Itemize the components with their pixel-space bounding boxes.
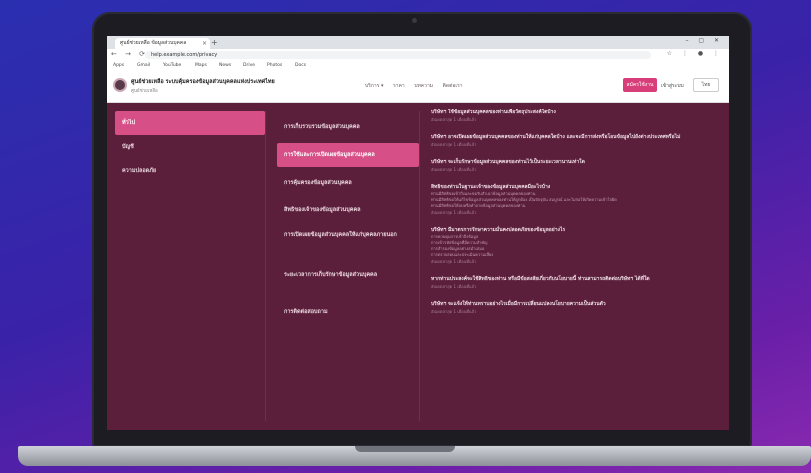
help-center-content: ทั่วไป บัญชี ความปลอดภัย การเก็บรวบรวมข้…: [107, 103, 729, 430]
category-list: ทั่วไป บัญชี ความปลอดภัย: [115, 111, 266, 421]
bookmark-item[interactable]: Apps: [113, 62, 124, 69]
signup-button[interactable]: สมัครใช้งาน: [623, 78, 657, 92]
top-nav: บริการ ▾ ราคา บทความ ติดต่อเรา: [365, 82, 471, 90]
faq-updated: อัปเดตล่าสุด 1 เดือนที่แล้ว: [431, 210, 477, 215]
site-subtitle: ศูนย์ช่วยเหลือ: [131, 89, 158, 94]
subcategory-item[interactable]: การติดต่อสอบถาม: [277, 301, 419, 323]
subcategory-list: การเก็บรวบรวมข้อมูลส่วนบุคคล การใช้และกา…: [277, 111, 420, 421]
extension-icons[interactable]: ☆ ⋮ ● ⋮: [667, 50, 723, 57]
faq-item[interactable]: บริษัทฯ อาจเปิดเผยข้อมูลส่วนบุคคลของท่าน…: [431, 134, 721, 148]
faq-updated: อัปเดตล่าสุด 1 เดือนที่แล้ว: [431, 259, 477, 264]
subcategory-item[interactable]: สิทธิของเจ้าของข้อมูลส่วนบุคคล: [277, 199, 419, 221]
subcategory-item[interactable]: การเก็บรวบรวมข้อมูลส่วนบุคคล: [277, 116, 419, 138]
faq-question[interactable]: บริษัทฯ ใช้ข้อมูลส่วนบุคคลของท่านเพื่อวั…: [431, 109, 721, 116]
faq-updated: อัปเดตล่าสุด 1 เดือนที่แล้ว: [431, 167, 477, 172]
bookmark-item[interactable]: Gmail: [137, 62, 150, 69]
category-item-general[interactable]: ทั่วไป: [115, 111, 265, 135]
nav-item-articles[interactable]: บทความ: [414, 83, 433, 89]
category-item-security[interactable]: ความปลอดภัย: [115, 159, 265, 183]
faq-item[interactable]: บริษัทฯ มีมาตรการรักษาความมั่นคงปลอดภัยข…: [431, 227, 721, 265]
language-select[interactable]: ไทย: [693, 78, 719, 92]
bookmark-item[interactable]: Docs: [295, 62, 306, 69]
nav-item-contact[interactable]: ติดต่อเรา: [443, 83, 463, 89]
new-tab-icon[interactable]: +: [211, 38, 218, 48]
browser-tab[interactable]: ศูนย์ช่วยเหลือ ข้อมูลส่วนบุคคล ×: [115, 38, 210, 49]
faq-updated: อัปเดตล่าสุด 1 เดือนที่แล้ว: [431, 142, 477, 147]
faq-question[interactable]: บริษัทฯ จะเก็บรักษาข้อมูลส่วนบุคคลของท่า…: [431, 159, 721, 166]
bookmark-item[interactable]: Photos: [267, 62, 282, 69]
bookmark-item[interactable]: Maps: [195, 62, 207, 69]
site-title: ศูนย์ช่วยเหลือ ระบบคุ้มครองข้อมูลส่วนบุค…: [131, 79, 275, 85]
tab-title: ศูนย์ช่วยเหลือ ข้อมูลส่วนบุคคล: [120, 40, 187, 46]
faq-question[interactable]: หากท่านประสงค์จะใช้สิทธิของท่าน หรือมีข้…: [431, 276, 721, 283]
window-controls[interactable]: – ▢ ✕: [685, 37, 723, 44]
laptop-hinge-notch: [355, 446, 455, 452]
site-logo[interactable]: [113, 78, 127, 92]
faq-updated: อัปเดตล่าสุด 1 เดือนที่แล้ว: [431, 117, 477, 122]
faq-updated: อัปเดตล่าสุด 1 เดือนที่แล้ว: [431, 309, 477, 314]
faq-list: บริษัทฯ ใช้ข้อมูลส่วนบุคคลของท่านเพื่อวั…: [431, 109, 721, 421]
nav-item-services[interactable]: บริการ ▾: [365, 83, 383, 89]
faq-updated: อัปเดตล่าสุด 1 เดือนที่แล้ว: [431, 284, 477, 289]
faq-item[interactable]: บริษัทฯ จะเก็บรักษาข้อมูลส่วนบุคคลของท่า…: [431, 159, 721, 173]
category-item-account[interactable]: บัญชี: [115, 135, 265, 159]
url-input[interactable]: help.example.com/privacy: [145, 51, 651, 59]
faq-question[interactable]: บริษัทฯ อาจเปิดเผยข้อมูลส่วนบุคคลของท่าน…: [431, 134, 721, 141]
subcategory-item[interactable]: การคุ้มครองข้อมูลส่วนบุคคล: [277, 172, 419, 194]
browser-nav-icons[interactable]: ← → ⟳: [111, 50, 148, 58]
faq-item[interactable]: หากท่านประสงค์จะใช้สิทธิของท่าน หรือมีข้…: [431, 276, 721, 290]
camera-dot: [412, 18, 417, 23]
login-link[interactable]: เข้าสู่ระบบ: [661, 82, 684, 90]
bookmark-item[interactable]: YouTube: [163, 62, 181, 69]
subcategory-item[interactable]: ระยะเวลาการเก็บรักษาข้อมูลส่วนบุคคล: [277, 265, 419, 297]
browser-tab-bar: ศูนย์ช่วยเหลือ ข้อมูลส่วนบุคคล × + – ▢ ✕: [107, 36, 729, 49]
subcategory-item-active[interactable]: การใช้และการเปิดเผยข้อมูลส่วนบุคคล: [277, 143, 419, 167]
faq-question[interactable]: บริษัทฯ จะแจ้งให้ท่านทราบอย่างไรเมื่อมีก…: [431, 301, 721, 308]
faq-item[interactable]: บริษัทฯ จะแจ้งให้ท่านทราบอย่างไรเมื่อมีก…: [431, 301, 721, 315]
faq-item[interactable]: บริษัทฯ ใช้ข้อมูลส่วนบุคคลของท่านเพื่อวั…: [431, 109, 721, 123]
bookmark-item[interactable]: Drive: [243, 62, 255, 69]
faq-question[interactable]: สิทธิของท่านในฐานะเจ้าของข้อมูลส่วนบุคคล…: [431, 184, 721, 191]
subcategory-item[interactable]: การเปิดเผยข้อมูลส่วนบุคคลให้แก่บุคคลภายน…: [277, 225, 419, 261]
tab-close-icon[interactable]: ×: [202, 38, 207, 49]
faq-question[interactable]: บริษัทฯ มีมาตรการรักษาความมั่นคงปลอดภัยข…: [431, 227, 721, 234]
laptop-screen: ศูนย์ช่วยเหลือ ข้อมูลส่วนบุคคล × + – ▢ ✕…: [107, 36, 729, 430]
faq-item[interactable]: สิทธิของท่านในฐานะเจ้าของข้อมูลส่วนบุคคล…: [431, 184, 721, 216]
bookmark-item[interactable]: News: [219, 62, 231, 69]
site-header: ศูนย์ช่วยเหลือ ระบบคุ้มครองข้อมูลส่วนบุค…: [107, 70, 729, 103]
nav-item-pricing[interactable]: ราคา: [393, 83, 405, 89]
